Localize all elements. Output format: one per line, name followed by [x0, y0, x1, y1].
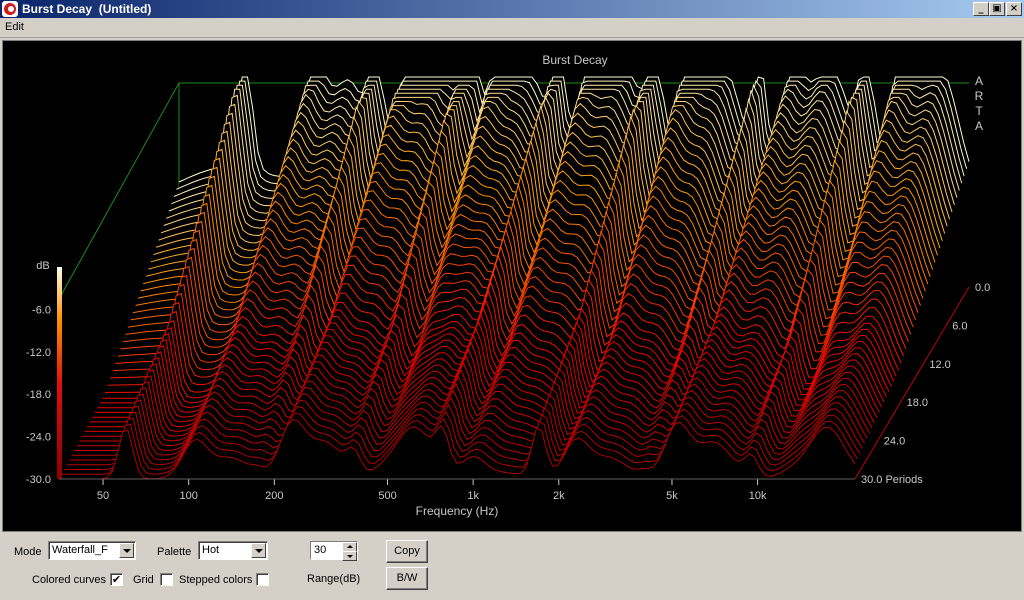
depth-tick-label: 30.0 Periods: [861, 474, 923, 486]
chart-brand-letter: A: [975, 74, 983, 88]
depth-tick-label: 12.0: [929, 359, 950, 371]
range-label: Range(dB): [307, 573, 361, 585]
chart-title: Burst Decay: [542, 53, 607, 67]
menu-bar: Edit: [0, 18, 1024, 38]
palette-label: Palette: [157, 546, 192, 558]
x-tick-label: 2k: [553, 490, 565, 502]
z-tick-label: -24.0: [26, 432, 51, 444]
grid-label: Grid: [133, 574, 154, 586]
chart-brand-letter: R: [975, 89, 984, 103]
db-color-bar: [57, 267, 62, 479]
copy-button[interactable]: Copy: [386, 540, 428, 563]
z-tick-label: -18.0: [26, 389, 51, 401]
plot-area: Burst Decay A R T AdB -6.0 -12.0 -18.0 -24.0 -30.…: [2, 40, 1022, 532]
x-axis-label: Frequency (Hz): [416, 504, 499, 518]
x-tick-label: 500: [378, 490, 396, 502]
spin-down-icon[interactable]: [342, 551, 357, 561]
x-tick-label: 1k: [467, 490, 479, 502]
grid-checkbox[interactable]: [160, 573, 173, 586]
palette-select[interactable]: Hot: [198, 541, 268, 560]
window-title: Burst Decay (Untitled): [22, 2, 152, 16]
app-icon[interactable]: [2, 1, 18, 17]
stepped-colors-label: Stepped colors: [179, 574, 253, 586]
colored-curves-label: Colored curves: [32, 574, 106, 586]
palette-select-value: Hot: [202, 544, 220, 556]
close-button[interactable]: ×: [1006, 2, 1022, 16]
depth-tick-label: 18.0: [907, 397, 928, 409]
x-tick-label: 10k: [749, 490, 767, 502]
stepped-colors-checkbox[interactable]: [256, 573, 269, 586]
colored-curves-checkbox[interactable]: ✔: [110, 573, 123, 586]
depth-tick-label: 0.0: [975, 282, 990, 294]
chevron-down-icon[interactable]: [251, 543, 266, 558]
maximize-button[interactable]: ▣: [989, 2, 1005, 16]
menu-edit[interactable]: Edit: [5, 21, 24, 33]
chart-brand-letter: A: [975, 119, 983, 133]
range-spinner-value: 30: [314, 544, 327, 556]
burst-decay-chart: Burst DecayARTAdB-6.0-12.0-18.0-24.0-30.…: [26, 53, 990, 518]
x-tick-label: 200: [265, 490, 283, 502]
chart-brand-letter: T: [975, 104, 983, 118]
chevron-down-icon[interactable]: [119, 543, 134, 558]
x-tick-label: 100: [180, 490, 198, 502]
z-tick-label: -12.0: [26, 347, 51, 359]
z-tick-label: -30.0: [26, 474, 51, 486]
depth-tick-label: 24.0: [884, 436, 905, 448]
depth-tick-label: 6.0: [952, 320, 967, 332]
z-tick-label: -6.0: [32, 304, 51, 316]
x-tick-label: 5k: [666, 490, 678, 502]
mode-select-value: Waterfall_F: [52, 544, 108, 556]
mode-select[interactable]: Waterfall_F: [48, 541, 136, 560]
mode-label: Mode: [14, 546, 42, 558]
x-tick-label: 50: [97, 490, 109, 502]
bw-button[interactable]: B/W: [386, 567, 428, 590]
title-bar: Burst Decay (Untitled) _ ▣ ×: [0, 0, 1024, 18]
z-axis-label: dB: [36, 260, 49, 272]
minimize-button[interactable]: _: [973, 2, 989, 16]
